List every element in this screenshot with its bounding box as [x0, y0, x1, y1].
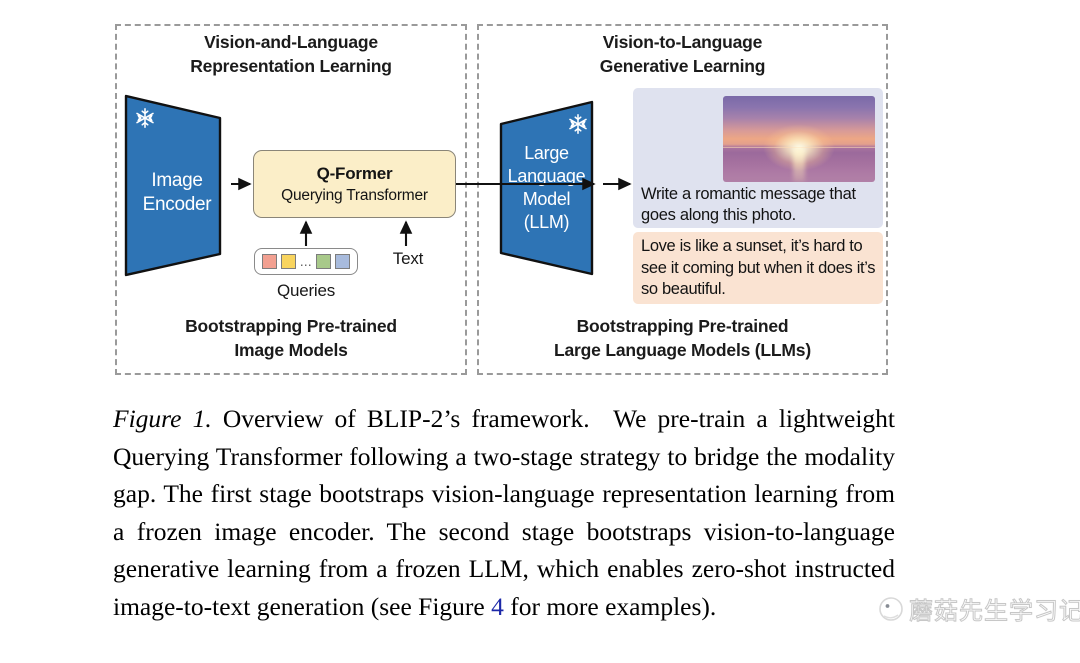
large-language-model-block: Large Language Model (LLM)	[495, 98, 598, 278]
caption-part2: for more examples).	[503, 591, 717, 621]
stage2-footer-line1: Bootstrapping Pre-trained	[576, 316, 789, 336]
stage1-title-line1: Vision-and-Language	[204, 32, 378, 52]
stage1-footer-line1: Bootstrapping Pre-trained	[185, 316, 397, 336]
stage2-title-line2: Generative Learning	[599, 56, 766, 76]
image-encoder-block: Image Encoder	[122, 92, 232, 279]
queries-chips: ⋯	[254, 248, 358, 275]
caption-figure-reference[interactable]: 4	[491, 592, 504, 621]
q-former-block: Q-Former Querying Transformer	[253, 150, 456, 218]
stage2-title-line1: Vision-to-Language	[602, 32, 763, 52]
stage1-title: Vision-and-Language Representation Learn…	[120, 30, 462, 78]
query-chip-3	[316, 254, 332, 269]
q-former-title: Q-Former	[316, 163, 393, 183]
sunset-photo	[723, 96, 875, 182]
q-former-subtitle: Querying Transformer	[281, 186, 428, 204]
figure-caption: Figure 1. Overview of BLIP-2’s framework…	[113, 400, 895, 625]
query-ellipsis: ⋯	[299, 257, 313, 272]
stage2-title: Vision-to-Language Generative Learning	[482, 30, 883, 78]
prompt-text: Write a romantic message that goes along…	[641, 185, 856, 224]
query-chip-1	[261, 254, 277, 269]
image-encoder-shape	[124, 94, 222, 277]
llm-shape	[499, 100, 594, 276]
stage2-footer: Bootstrapping Pre-trained Large Language…	[482, 314, 883, 362]
text-input-label: Text	[392, 249, 424, 268]
stage1-title-line2: Representation Learning	[190, 56, 392, 76]
caption-part1: Overview of BLIP-2’s framework. We pre-t…	[113, 404, 895, 621]
stage1-footer: Bootstrapping Pre-trained Image Models	[120, 314, 462, 362]
stage2-footer-line2: Large Language Models (LLMs)	[554, 340, 811, 360]
query-chip-2	[280, 254, 296, 269]
watermark: 蘑菇先生学习记	[878, 591, 1080, 626]
watermark-text: 蘑菇先生学习记	[909, 597, 1080, 626]
sun-reflection	[793, 147, 805, 182]
query-chip-4	[335, 254, 351, 269]
caption-label: Figure 1.	[113, 404, 212, 433]
figure-diagram: Vision-and-Language Representation Learn…	[0, 0, 1080, 392]
queries-label: Queries	[276, 281, 336, 300]
answer-text: Love is like a sunset, it’s hard to see …	[641, 237, 876, 298]
stage1-footer-line2: Image Models	[234, 340, 348, 360]
